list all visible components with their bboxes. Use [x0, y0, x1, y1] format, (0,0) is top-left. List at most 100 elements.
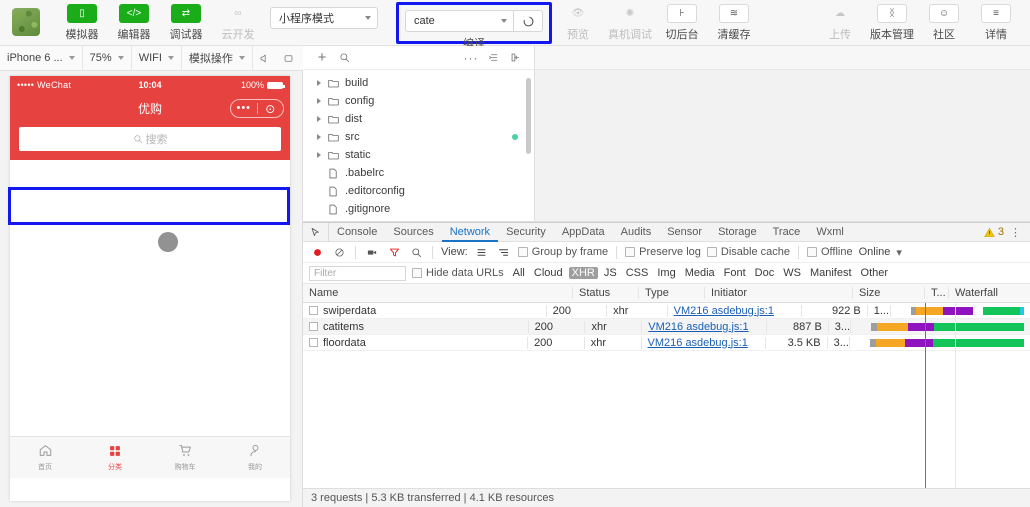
file-tree-folder-row[interactable]: build — [303, 74, 534, 92]
phone-tab-cart[interactable]: 购物车 — [150, 443, 220, 472]
filter-type-css[interactable]: CSS — [623, 267, 652, 279]
devtools-tab-storage[interactable]: Storage — [710, 223, 765, 242]
phone-tab-user[interactable]: 我的 — [220, 443, 290, 472]
expand-arrow-icon[interactable] — [313, 134, 325, 140]
grouped-view-icon[interactable] — [496, 247, 512, 258]
column-header-initiator[interactable]: Initiator — [705, 287, 853, 299]
column-header-waterfall[interactable]: Waterfall — [949, 287, 1030, 299]
filter-type-all[interactable]: All — [510, 267, 528, 279]
list-view-icon[interactable] — [474, 247, 490, 258]
add-file-icon[interactable]: + — [311, 49, 333, 66]
inspect-element-icon[interactable] — [303, 222, 329, 242]
filter-type-doc[interactable]: Doc — [752, 267, 778, 279]
hide-data-urls-checkbox[interactable]: Hide data URLs — [412, 267, 504, 279]
request-initiator-link[interactable]: VM216 asdebug.js:1 — [648, 321, 748, 333]
request-initiator-link[interactable]: VM216 asdebug.js:1 — [674, 305, 774, 317]
column-header-name[interactable]: Name — [303, 287, 573, 299]
toolbar-item-cloud-dev[interactable]: ∞ 云开发 — [212, 0, 264, 46]
devtools-tab-trace[interactable]: Trace — [765, 223, 809, 242]
toolbar-item-version-control[interactable]: ᛝ 版本管理 — [866, 0, 918, 46]
screenshot-icon[interactable] — [364, 247, 380, 258]
search-icon[interactable] — [408, 247, 424, 258]
collapse-all-icon[interactable] — [482, 52, 504, 63]
toggle-panel-icon[interactable] — [504, 52, 526, 63]
zoom-select[interactable]: 75% — [83, 45, 132, 71]
filter-type-js[interactable]: JS — [601, 267, 620, 279]
filter-type-img[interactable]: Img — [654, 267, 678, 279]
network-request-row[interactable]: catitems 200 xhr VM216 asdebug.js:1 887 B 3..… — [303, 319, 1030, 335]
toolbar-item-community[interactable]: ☺ 社区 — [918, 0, 970, 46]
toolbar-item-debug[interactable]: ⇄ 调试器 — [160, 0, 212, 46]
request-initiator-link[interactable]: VM216 asdebug.js:1 — [648, 337, 748, 349]
filter-type-ws[interactable]: WS — [780, 267, 804, 279]
throttle-caret-icon[interactable]: ▾ — [896, 246, 902, 259]
phone-tab-home[interactable]: 首页 — [10, 443, 80, 472]
toolbar-item-preview[interactable]: 👁 预览 — [552, 0, 604, 46]
network-request-row[interactable]: floordata 200 xhr VM216 asdebug.js:1 3.5 KB 3… — [303, 335, 1030, 351]
search-input[interactable]: 搜索 — [19, 127, 281, 151]
offline-checkbox[interactable]: Offline — [806, 246, 853, 258]
volume-icon[interactable] — [253, 46, 277, 71]
kebab-menu-icon[interactable]: ⋮ — [1008, 226, 1024, 239]
expand-arrow-icon[interactable] — [313, 98, 325, 104]
network-select[interactable]: WIFI — [132, 45, 182, 71]
filter-input[interactable]: Filter — [309, 265, 406, 281]
network-request-row[interactable]: swiperdata 200 xhr VM216 asdebug.js:1 922 B1… — [303, 303, 1030, 319]
expand-arrow-icon[interactable] — [313, 80, 325, 86]
wechat-capsule-menu[interactable]: ••• ⊙ — [230, 99, 284, 118]
mode-select[interactable]: 小程序模式 — [270, 7, 378, 29]
file-tree-file-row[interactable]: .babelrc — [303, 164, 534, 182]
device-select[interactable]: iPhone 6 ... — [0, 45, 83, 71]
record-icon[interactable] — [309, 247, 325, 258]
more-options-icon[interactable]: ··· — [460, 51, 482, 65]
filter-type-font[interactable]: Font — [721, 267, 749, 279]
column-header-time[interactable]: T... — [925, 287, 949, 299]
expand-arrow-icon[interactable] — [313, 116, 325, 122]
preserve-log-checkbox[interactable]: Preserve log — [625, 246, 701, 258]
warning-badge[interactable]: 3 — [984, 226, 1004, 238]
row-checkbox[interactable] — [309, 338, 318, 347]
filter-type-manifest[interactable]: Manifest — [807, 267, 855, 279]
filter-type-other[interactable]: Other — [858, 267, 892, 279]
devtools-tab-console[interactable]: Console — [329, 223, 385, 242]
compile-mode-select[interactable]: cate — [405, 10, 513, 32]
file-tree-folder-row[interactable]: src — [303, 128, 534, 146]
devtools-tab-security[interactable]: Security — [498, 223, 554, 242]
toolbar-item-upload[interactable]: ☁ 上传 — [814, 0, 866, 46]
file-tree-folder-row[interactable]: config — [303, 92, 534, 110]
row-checkbox[interactable] — [309, 322, 318, 331]
simulate-action-select[interactable]: 模拟操作 — [182, 45, 253, 71]
toolbar-item-device-debug[interactable]: ✺ 真机调试 — [604, 0, 656, 46]
row-checkbox[interactable] — [309, 306, 318, 315]
devtools-tab-sources[interactable]: Sources — [385, 223, 441, 242]
filter-type-media[interactable]: Media — [682, 267, 718, 279]
phone-tab-grid[interactable]: 分类 — [80, 444, 150, 472]
group-by-frame-checkbox[interactable]: Group by frame — [517, 246, 608, 258]
devtools-tab-network[interactable]: Network — [441, 223, 499, 242]
filter-icon[interactable] — [386, 247, 402, 258]
devtools-tab-audits[interactable]: Audits — [613, 223, 660, 242]
column-header-size[interactable]: Size — [853, 287, 925, 299]
toolbar-item-background[interactable]: ⊦ 切后台 — [656, 0, 708, 46]
clear-icon[interactable] — [331, 247, 347, 258]
column-header-type[interactable]: Type — [639, 287, 705, 299]
file-tree-folder-row[interactable]: dist — [303, 110, 534, 128]
toolbar-item-details[interactable]: ≡ 详情 — [970, 0, 1022, 46]
devtools-tab-sensor[interactable]: Sensor — [659, 223, 710, 242]
devtools-tab-appdata[interactable]: AppData — [554, 223, 613, 242]
disable-cache-checkbox[interactable]: Disable cache — [706, 246, 790, 258]
throttle-value[interactable]: Online — [859, 246, 891, 258]
compile-refresh-button[interactable] — [513, 10, 543, 32]
toolbar-item-phone[interactable]: ▯ 模拟器 — [56, 0, 108, 46]
filter-type-cloud[interactable]: Cloud — [531, 267, 566, 279]
filter-type-xhr[interactable]: XHR — [568, 267, 598, 279]
expand-arrow-icon[interactable] — [313, 152, 325, 158]
file-tree-folder-row[interactable]: static — [303, 146, 534, 164]
file-tree-scrollbar[interactable] — [526, 78, 531, 154]
file-tree-file-row[interactable]: .editorconfig — [303, 182, 534, 200]
rotate-screen-icon[interactable] — [277, 46, 301, 71]
column-header-status[interactable]: Status — [573, 287, 639, 299]
file-tree-file-row[interactable]: .gitignore — [303, 200, 534, 218]
devtools-tab-wxml[interactable]: Wxml — [808, 223, 852, 242]
toolbar-item-clear-cache[interactable]: ≋ 清缓存 — [708, 0, 760, 46]
